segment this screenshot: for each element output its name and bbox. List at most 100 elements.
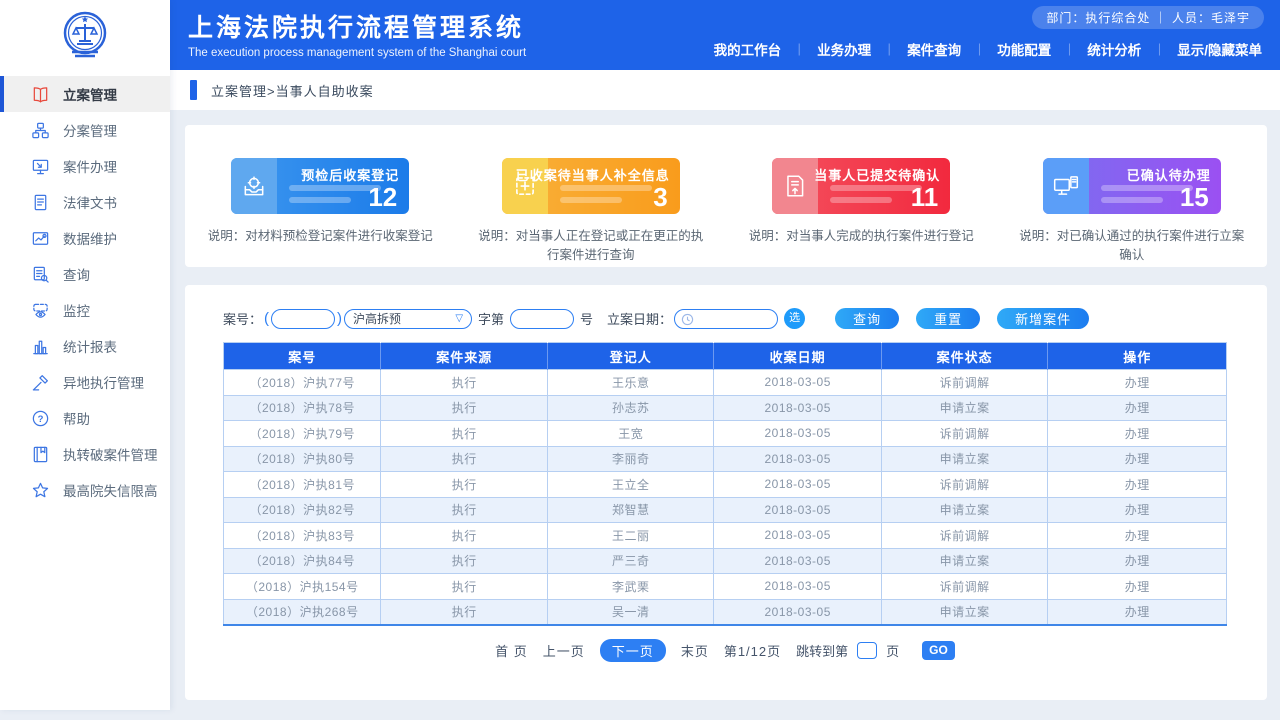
search-button[interactable]: 查询 <box>835 308 899 329</box>
sidebar-item-label: 案件办理 <box>63 156 117 176</box>
sidebar-item-4[interactable]: 数据维护 <box>0 220 170 256</box>
add-case-button[interactable]: 新增案件 <box>997 308 1089 329</box>
cell-action[interactable]: 办理 <box>1048 370 1227 396</box>
skeleton-bar <box>560 197 622 203</box>
sidebar-item-2[interactable]: 案件办理 <box>0 148 170 184</box>
cell-case-status: 诉前调解 <box>881 370 1047 396</box>
stat-card-title: 已收案待当事人补全信息 <box>516 165 670 184</box>
case-seq-input[interactable] <box>510 309 574 329</box>
page-first-button[interactable]: 首 页 <box>495 641 528 660</box>
cell-case-source: 执行 <box>381 574 547 600</box>
sidebar-item-6[interactable]: 监控 <box>0 292 170 328</box>
sidebar-item-0[interactable]: 立案管理 <box>0 76 170 112</box>
cell-receive-date: 2018-03-05 <box>714 523 882 549</box>
page-info: 第1/12页 <box>724 641 781 660</box>
sidebar-item-9[interactable]: ? 帮助 <box>0 400 170 436</box>
breadcrumb: 立案管理>当事人自助收案 <box>211 81 374 100</box>
main-content: 预检后收案登记12说明：对材料预检登记案件进行收案登记已收案待当事人补全信息3说… <box>170 110 1280 720</box>
nav-item-0[interactable]: 我的工作台 <box>712 39 784 59</box>
cell-case-status: 申请立案 <box>881 395 1047 421</box>
svg-text:?: ? <box>37 413 43 424</box>
sidebar-item-label: 查询 <box>63 264 90 284</box>
cell-case-status: 诉前调解 <box>881 472 1047 498</box>
header-right: 部门：执行综合处 ｜ 人员：毛泽宇 我的工作台｜业务办理｜案件查询｜功能配置｜统… <box>712 6 1264 59</box>
page-prev-button[interactable]: 上一页 <box>543 641 585 660</box>
jump-page-input[interactable] <box>857 642 877 659</box>
nav-item-2[interactable]: 案件查询 <box>905 39 963 59</box>
skeleton-bar <box>560 185 652 191</box>
cell-case-number: （2018）沪执78号 <box>224 395 381 421</box>
cell-receive-date: 2018-03-05 <box>714 446 882 472</box>
cell-action[interactable]: 办理 <box>1048 497 1227 523</box>
inbox-target-icon <box>231 158 277 214</box>
reset-button[interactable]: 重置 <box>916 308 980 329</box>
sidebar-item-10[interactable]: 执转破案件管理 <box>0 436 170 472</box>
page-next-button[interactable]: 下一页 <box>600 639 666 662</box>
cell-action[interactable]: 办理 <box>1048 599 1227 625</box>
stat-card-1[interactable]: 已收案待当事人补全信息3 <box>502 158 680 214</box>
cell-action[interactable]: 办理 <box>1048 421 1227 447</box>
stat-card-desc: 说明：对当事人完成的执行案件进行登记 <box>745 227 977 246</box>
cell-case-source: 执行 <box>381 548 547 574</box>
book-icon <box>30 84 50 104</box>
cell-case-number: （2018）沪执84号 <box>224 548 381 574</box>
nav-divider: ｜ <box>1053 41 1085 58</box>
app-title: 上海法院执行流程管理系统 <box>188 8 526 44</box>
cell-case-source: 执行 <box>381 395 547 421</box>
sidebar-item-label: 法律文书 <box>63 192 117 212</box>
sidebar-item-8[interactable]: 异地执行管理 <box>0 364 170 400</box>
clock-icon <box>681 313 694 326</box>
stat-card-3[interactable]: 已确认待办理15 <box>1043 158 1221 214</box>
nav-divider: ｜ <box>873 41 905 58</box>
monitor-eye-icon <box>30 300 50 320</box>
stat-card-0[interactable]: 预检后收案登记12 <box>231 158 409 214</box>
go-button[interactable]: GO <box>922 641 955 660</box>
stat-card-2[interactable]: 当事人已提交待确认11 <box>772 158 950 214</box>
top-nav: 我的工作台｜业务办理｜案件查询｜功能配置｜统计分析｜显示/隐藏菜单 <box>712 39 1264 59</box>
sidebar-item-3[interactable]: 法律文书 <box>0 184 170 220</box>
cell-action[interactable]: 办理 <box>1048 548 1227 574</box>
hao-label: 号 <box>580 309 593 328</box>
sidebar-item-5[interactable]: 查询 <box>0 256 170 292</box>
date-pick-button[interactable]: 选 <box>784 308 805 329</box>
title-block: 上海法院执行流程管理系统 The execution process manag… <box>188 8 526 59</box>
case-year-input[interactable] <box>271 309 335 329</box>
cell-action[interactable]: 办理 <box>1048 395 1227 421</box>
cell-registrar: 王立全 <box>547 472 713 498</box>
nav-item-1[interactable]: 业务办理 <box>815 39 873 59</box>
table-row: （2018）沪执79号执行王宽2018-03-05诉前调解办理 <box>224 421 1227 447</box>
cell-case-status: 诉前调解 <box>881 421 1047 447</box>
cell-registrar: 郑智慧 <box>547 497 713 523</box>
stat-card-col-2: 当事人已提交待确认11 说明：对当事人完成的执行案件进行登记 <box>726 158 997 267</box>
sidebar-item-1[interactable]: 分案管理 <box>0 112 170 148</box>
sidebar-item-label: 帮助 <box>63 408 90 428</box>
sidebar-item-label: 统计报表 <box>63 336 117 356</box>
nav-divider: ｜ <box>1143 41 1175 58</box>
case-number-label: 案号： <box>223 309 262 328</box>
skeleton-bar <box>830 197 892 203</box>
court-code-value: 沪高拆预 <box>353 310 401 327</box>
cell-action[interactable]: 办理 <box>1048 446 1227 472</box>
cell-action[interactable]: 办理 <box>1048 523 1227 549</box>
stat-cards-panel: 预检后收案登记12说明：对材料预检登记案件进行收案登记已收案待当事人补全信息3说… <box>185 125 1267 267</box>
nav-item-4[interactable]: 统计分析 <box>1085 39 1143 59</box>
sidebar-item-11[interactable]: 最高院失信限高 <box>0 472 170 508</box>
cell-action[interactable]: 办理 <box>1048 472 1227 498</box>
cell-receive-date: 2018-03-05 <box>714 421 882 447</box>
page-last-button[interactable]: 末页 <box>681 641 709 660</box>
table-row: （2018）沪执80号执行李丽奇2018-03-05申请立案办理 <box>224 446 1227 472</box>
cell-action[interactable]: 办理 <box>1048 574 1227 600</box>
monitor-cursor-icon <box>30 156 50 176</box>
cell-receive-date: 2018-03-05 <box>714 548 882 574</box>
cell-case-status: 申请立案 <box>881 497 1047 523</box>
nav-item-5[interactable]: 显示/隐藏菜单 <box>1175 39 1264 59</box>
gavel-icon <box>30 372 50 392</box>
stat-card-value: 11 <box>911 182 939 213</box>
court-code-select[interactable]: 沪高拆预 ▽ <box>344 309 472 329</box>
court-emblem-logo <box>58 8 112 62</box>
bar-chart-icon <box>30 336 50 356</box>
cell-case-source: 执行 <box>381 421 547 447</box>
cell-case-number: （2018）沪执268号 <box>224 599 381 625</box>
sidebar-item-7[interactable]: 统计报表 <box>0 328 170 364</box>
nav-item-3[interactable]: 功能配置 <box>995 39 1053 59</box>
